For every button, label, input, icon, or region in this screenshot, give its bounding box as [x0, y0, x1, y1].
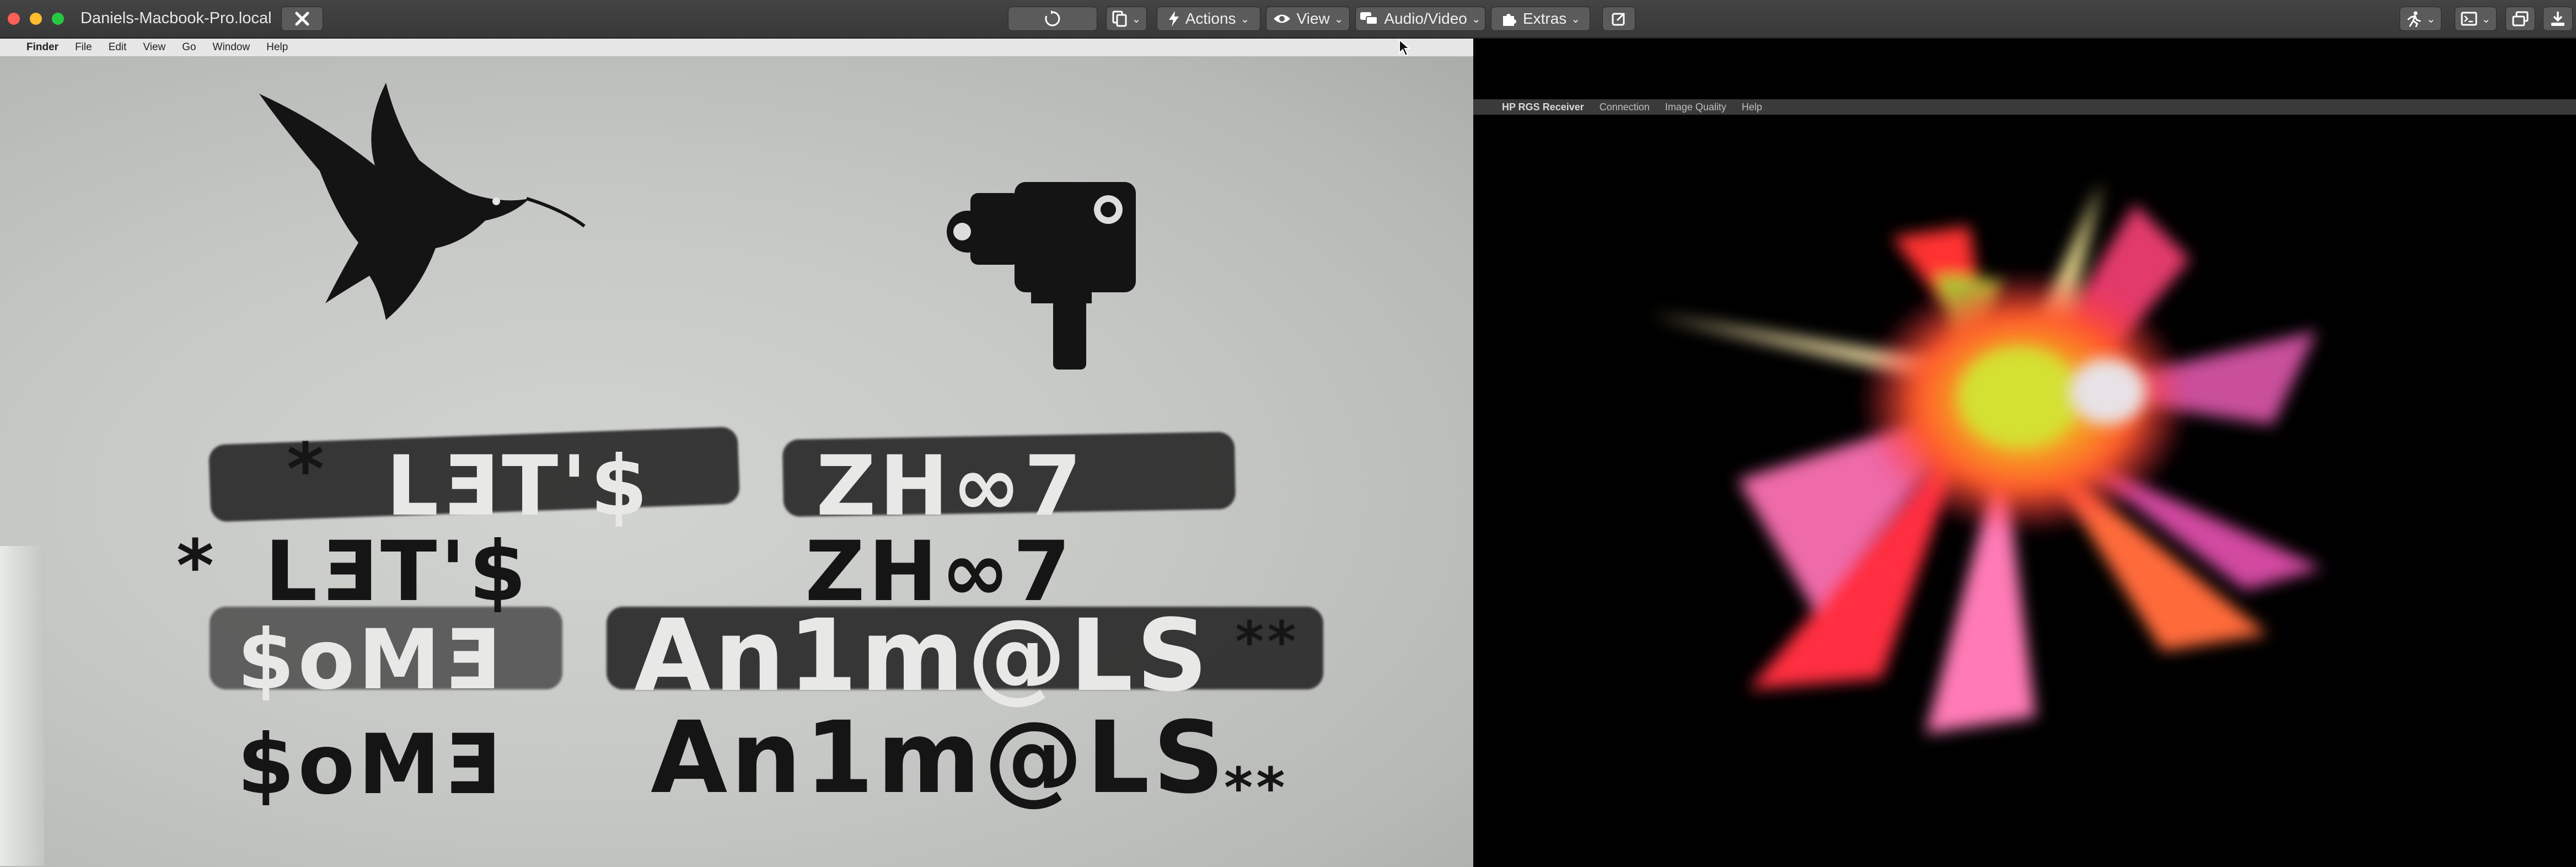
compose-icon [1612, 12, 1625, 26]
menu-image-quality[interactable]: Image Quality [1665, 101, 1726, 113]
hp-menu-bar: HP RGS Receiver Connection Image Quality… [1473, 99, 2576, 115]
film-camera-stencil [947, 182, 1136, 370]
run-menu-button[interactable]: ⌄ [2400, 7, 2441, 31]
audio-video-menu-button[interactable]: Audio/Video ⌄ [1355, 7, 1485, 31]
mac-menu-bar: Finder File Edit View Go Window Help [0, 39, 1473, 57]
mouse-cursor-icon [1399, 39, 1411, 57]
wall-edge [0, 546, 44, 866]
graffiti-line4a: $oMƎ [237, 717, 504, 813]
audio-video-label: Audio/Video [1384, 10, 1467, 27]
zoom-window-button[interactable] [52, 13, 64, 25]
download-icon [2551, 12, 2564, 26]
close-session-button[interactable] [281, 7, 323, 31]
refresh-icon [1045, 10, 1060, 26]
color-explosion-wallpaper [1650, 182, 2322, 734]
menu-finder[interactable]: Finder [26, 41, 58, 53]
graffiti-stars: ** [1224, 756, 1289, 820]
mac-remote-screen[interactable]: * LƎT'$ ZH∞7 * LƎT'$ ZH∞7 $oMƎ An1m@LS *… [0, 39, 1473, 867]
graffiti-stars: ** [1235, 609, 1300, 674]
graffiti-star: * [176, 524, 217, 608]
chevron-down-icon: ⌄ [1240, 13, 1250, 25]
chevron-down-icon: ⌄ [2481, 13, 2491, 25]
reload-button[interactable] [1008, 7, 1097, 31]
copy-screens-icon [1112, 10, 1127, 27]
chevron-down-icon: ⌄ [1131, 13, 1141, 25]
close-window-button[interactable] [8, 13, 20, 25]
eye-icon [1273, 14, 1290, 23]
remote-toolbar: Daniels-Macbook-Pro.local ⌄ Actions ⌄ Vi… [0, 0, 2576, 39]
terminal-menu-button[interactable]: ⌄ [2455, 7, 2497, 31]
menu-window[interactable]: Window [213, 41, 250, 53]
minimize-window-button[interactable] [30, 13, 42, 25]
x-icon [295, 12, 309, 26]
bolt-icon [1168, 11, 1179, 26]
compose-button[interactable] [1602, 7, 1635, 31]
menu-view[interactable]: View [143, 41, 165, 53]
host-title: Daniels-Macbook-Pro.local [80, 9, 272, 27]
graffiti-line1a: LƎT'$ [386, 438, 651, 534]
extras-label: Extras [1522, 10, 1567, 27]
menu-file[interactable]: File [75, 41, 92, 53]
chevron-down-icon: ⌄ [1471, 13, 1481, 25]
menu-help[interactable]: Help [1742, 101, 1762, 113]
download-button[interactable] [2543, 7, 2573, 31]
graffiti-line4b: An1m@LS [651, 700, 1228, 816]
actions-label: Actions [1185, 10, 1236, 27]
menu-connection[interactable]: Connection [1600, 101, 1650, 113]
windows-icon [2512, 11, 2529, 26]
menu-hp-rgs-receiver[interactable]: HP RGS Receiver [1502, 101, 1584, 113]
hummingbird-stencil [259, 83, 586, 320]
extras-menu-button[interactable]: Extras ⌄ [1491, 7, 1590, 31]
menu-go[interactable]: Go [182, 41, 196, 53]
run-icon [2407, 11, 2421, 27]
view-label: View [1296, 10, 1330, 27]
graffiti-line3b: An1m@LS [634, 598, 1211, 714]
menu-edit[interactable]: Edit [109, 41, 127, 53]
graffiti-line2a: LƎT'$ [265, 524, 530, 620]
terminal-icon [2461, 12, 2477, 26]
graffiti-line3a: $oMƎ [237, 612, 504, 708]
menu-help[interactable]: Help [266, 41, 288, 53]
puzzle-icon [1502, 14, 1516, 26]
chevron-down-icon: ⌄ [1571, 13, 1581, 25]
windows-button[interactable] [2505, 7, 2535, 31]
chevron-down-icon: ⌄ [2426, 13, 2436, 25]
graffiti-star: * [287, 427, 328, 511]
actions-menu-button[interactable]: Actions ⌄ [1157, 7, 1260, 31]
hp-rgs-remote-screen[interactable]: HP RGS Receiver Connection Image Quality… [1473, 39, 2576, 867]
chat-bubbles-icon [1360, 12, 1378, 25]
graffiti-line1b: ZH∞7 [816, 438, 1085, 534]
view-menu-button[interactable]: View ⌄ [1266, 7, 1350, 31]
screens-button[interactable]: ⌄ [1106, 7, 1147, 31]
chevron-down-icon: ⌄ [1334, 13, 1344, 25]
